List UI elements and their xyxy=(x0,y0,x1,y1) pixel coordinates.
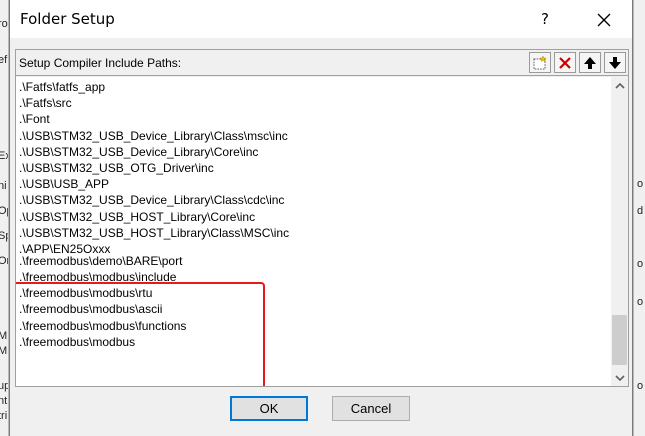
list-item[interactable]: .\Fatfs\src xyxy=(19,95,289,111)
highlight-annotation-box xyxy=(16,282,265,386)
include-paths-list[interactable]: .\Fatfs\fatfs_app .\Fatfs\src .\Font .\U… xyxy=(16,77,628,386)
list-item[interactable]: .\USB\STM32_USB_Device_Library\Core\inc xyxy=(19,144,289,160)
close-button[interactable] xyxy=(592,8,616,32)
move-down-button[interactable] xyxy=(604,52,626,73)
delete-icon xyxy=(559,56,571,69)
list-item[interactable]: .\USB\STM32_USB_HOST_Library\Core\inc xyxy=(19,209,289,225)
include-paths-group: Setup Compiler Include Paths: .\Fatfs\fa… xyxy=(15,49,629,387)
background-window-right: o d o o o xyxy=(633,0,645,436)
title-bar: Folder Setup ? xyxy=(10,0,632,38)
scrollbar-thumb[interactable] xyxy=(612,315,627,365)
list-item[interactable]: .\USB\USB_APP xyxy=(19,176,289,192)
new-folder-icon xyxy=(533,55,547,69)
cancel-button[interactable]: Cancel xyxy=(332,396,410,421)
list-item[interactable]: .\Font xyxy=(19,111,289,127)
list-item[interactable]: .\USB\STM32_USB_Device_Library\Class\msc… xyxy=(19,128,289,144)
list-item[interactable]: .\USB\STM32_USB_Device_Library\Class\cdc… xyxy=(19,192,289,208)
move-up-button[interactable] xyxy=(579,52,601,73)
ok-button[interactable]: OK xyxy=(230,396,308,421)
help-button[interactable]: ? xyxy=(535,8,555,30)
chevron-up-icon xyxy=(614,82,625,89)
close-icon xyxy=(597,13,611,27)
background-window-left: ro ef Ex ni Op Sp Or M M up nt tri xyxy=(0,0,9,436)
list-item[interactable]: .\freemodbus\demo\BARE\port xyxy=(19,253,289,269)
list-item[interactable]: .\APP\EN25Qxxx xyxy=(19,241,289,253)
scroll-down-button[interactable] xyxy=(611,369,628,386)
move-up-icon xyxy=(584,56,596,69)
list-item[interactable]: .\USB\STM32_USB_HOST_Library\Class\MSC\i… xyxy=(19,225,289,241)
dialog-title: Folder Setup xyxy=(20,10,115,28)
list-item[interactable]: .\Fatfs\fatfs_app xyxy=(19,79,289,95)
folder-setup-dialog: Folder Setup ? Setup Compiler Include Pa… xyxy=(9,0,633,436)
new-path-button[interactable] xyxy=(529,52,551,73)
chevron-down-icon xyxy=(614,374,625,381)
delete-path-button[interactable] xyxy=(554,52,576,73)
vertical-scrollbar[interactable] xyxy=(611,77,628,386)
list-item[interactable]: .\USB\STM32_USB_OTG_Driver\inc xyxy=(19,160,289,176)
scroll-up-button[interactable] xyxy=(611,77,628,94)
move-down-icon xyxy=(609,56,621,69)
group-header: Setup Compiler Include Paths: xyxy=(16,50,628,76)
group-label: Setup Compiler Include Paths: xyxy=(19,56,182,70)
